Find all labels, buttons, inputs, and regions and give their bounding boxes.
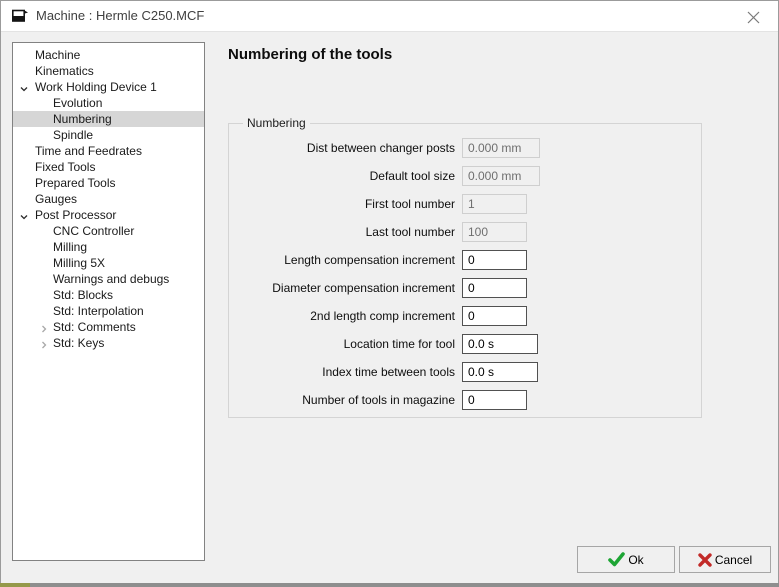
- page-title: Numbering of the tools: [228, 46, 392, 63]
- ok-button-label: Ok: [628, 553, 643, 567]
- cancel-button[interactable]: Cancel: [679, 546, 771, 573]
- field-label: Default tool size: [239, 169, 462, 183]
- sidebar-item-time-and-feedrates[interactable]: Time and Feedrates: [13, 143, 204, 159]
- settings-tree: Machine Kinematics Work Holding Device 1…: [12, 42, 205, 561]
- sidebar-item-evolution[interactable]: Evolution: [13, 95, 204, 111]
- field-label: Index time between tools: [239, 365, 462, 379]
- close-icon[interactable]: [744, 8, 762, 26]
- default-tool-size-input: [462, 166, 540, 186]
- sidebar-item-work-holding-device-1[interactable]: Work Holding Device 1: [13, 79, 204, 95]
- 2nd-length-comp-increment-input[interactable]: [462, 306, 527, 326]
- field-label: First tool number: [239, 197, 462, 211]
- sidebar-item-std-interpolation[interactable]: Std: Interpolation: [13, 303, 204, 319]
- index-time-between-tools-input[interactable]: [462, 362, 538, 382]
- sidebar-item-cnc-controller[interactable]: CNC Controller: [13, 223, 204, 239]
- sidebar-item-milling[interactable]: Milling: [13, 239, 204, 255]
- chevron-down-icon[interactable]: [19, 210, 29, 220]
- sidebar-item-kinematics[interactable]: Kinematics: [13, 63, 204, 79]
- sidebar-item-std-blocks[interactable]: Std: Blocks: [13, 287, 204, 303]
- field-label: 2nd length comp increment: [239, 309, 462, 323]
- sidebar-item-post-processor[interactable]: Post Processor: [13, 207, 204, 223]
- first-tool-number-input: [462, 194, 527, 214]
- cancel-button-label: Cancel: [715, 553, 752, 567]
- sidebar-item-machine[interactable]: Machine: [13, 47, 204, 63]
- field-last-tool-number: Last tool number: [239, 222, 689, 242]
- diameter-compensation-increment-input[interactable]: [462, 278, 527, 298]
- machine-icon: [11, 8, 29, 29]
- field-label: Location time for tool: [239, 337, 462, 351]
- field-number-of-tools-in-magazine: Number of tools in magazine: [239, 390, 689, 410]
- field-dist-between-changer-posts: Dist between changer posts: [239, 138, 689, 158]
- field-label: Last tool number: [239, 225, 462, 239]
- field-label: Dist between changer posts: [239, 141, 462, 155]
- length-compensation-increment-input[interactable]: [462, 250, 527, 270]
- field-default-tool-size: Default tool size: [239, 166, 689, 186]
- numbering-group: Numbering Dist between changer posts Def…: [228, 116, 702, 418]
- titlebar: Machine : Hermle C250.MCF: [1, 1, 778, 32]
- field-index-time-between-tools: Index time between tools: [239, 362, 689, 382]
- sidebar-item-spindle[interactable]: Spindle: [13, 127, 204, 143]
- last-tool-number-input: [462, 222, 527, 242]
- location-time-for-tool-input[interactable]: [462, 334, 538, 354]
- field-label: Length compensation increment: [239, 253, 462, 267]
- field-first-tool-number: First tool number: [239, 194, 689, 214]
- sidebar-item-std-comments[interactable]: Std: Comments: [13, 319, 204, 335]
- sidebar-item-fixed-tools[interactable]: Fixed Tools: [13, 159, 204, 175]
- sidebar-item-milling-5x[interactable]: Milling 5X: [13, 255, 204, 271]
- sidebar-item-numbering[interactable]: Numbering: [13, 111, 204, 127]
- background-window-edge-accent: [0, 583, 30, 587]
- sidebar-item-warnings-and-debugs[interactable]: Warnings and debugs: [13, 271, 204, 287]
- chevron-right-icon[interactable]: [39, 338, 49, 348]
- field-location-time-for-tool: Location time for tool: [239, 334, 689, 354]
- dist-between-changer-posts-input: [462, 138, 540, 158]
- sidebar-item-prepared-tools[interactable]: Prepared Tools: [13, 175, 204, 191]
- x-icon: [698, 553, 712, 567]
- number-of-tools-in-magazine-input[interactable]: [462, 390, 527, 410]
- field-2nd-length-comp-increment: 2nd length comp increment: [239, 306, 689, 326]
- chevron-right-icon[interactable]: [39, 322, 49, 332]
- field-label: Diameter compensation increment: [239, 281, 462, 295]
- group-legend: Numbering: [243, 116, 310, 130]
- field-diameter-compensation-increment: Diameter compensation increment: [239, 278, 689, 298]
- chevron-down-icon[interactable]: [19, 82, 29, 92]
- field-length-compensation-increment: Length compensation increment: [239, 250, 689, 270]
- field-label: Number of tools in magazine: [239, 393, 462, 407]
- sidebar-item-std-keys[interactable]: Std: Keys: [13, 335, 204, 351]
- ok-button[interactable]: Ok: [577, 546, 675, 573]
- sidebar-item-gauges[interactable]: Gauges: [13, 191, 204, 207]
- background-window-edge: [0, 583, 779, 587]
- window-title: Machine : Hermle C250.MCF: [36, 1, 204, 31]
- check-icon: [608, 552, 625, 567]
